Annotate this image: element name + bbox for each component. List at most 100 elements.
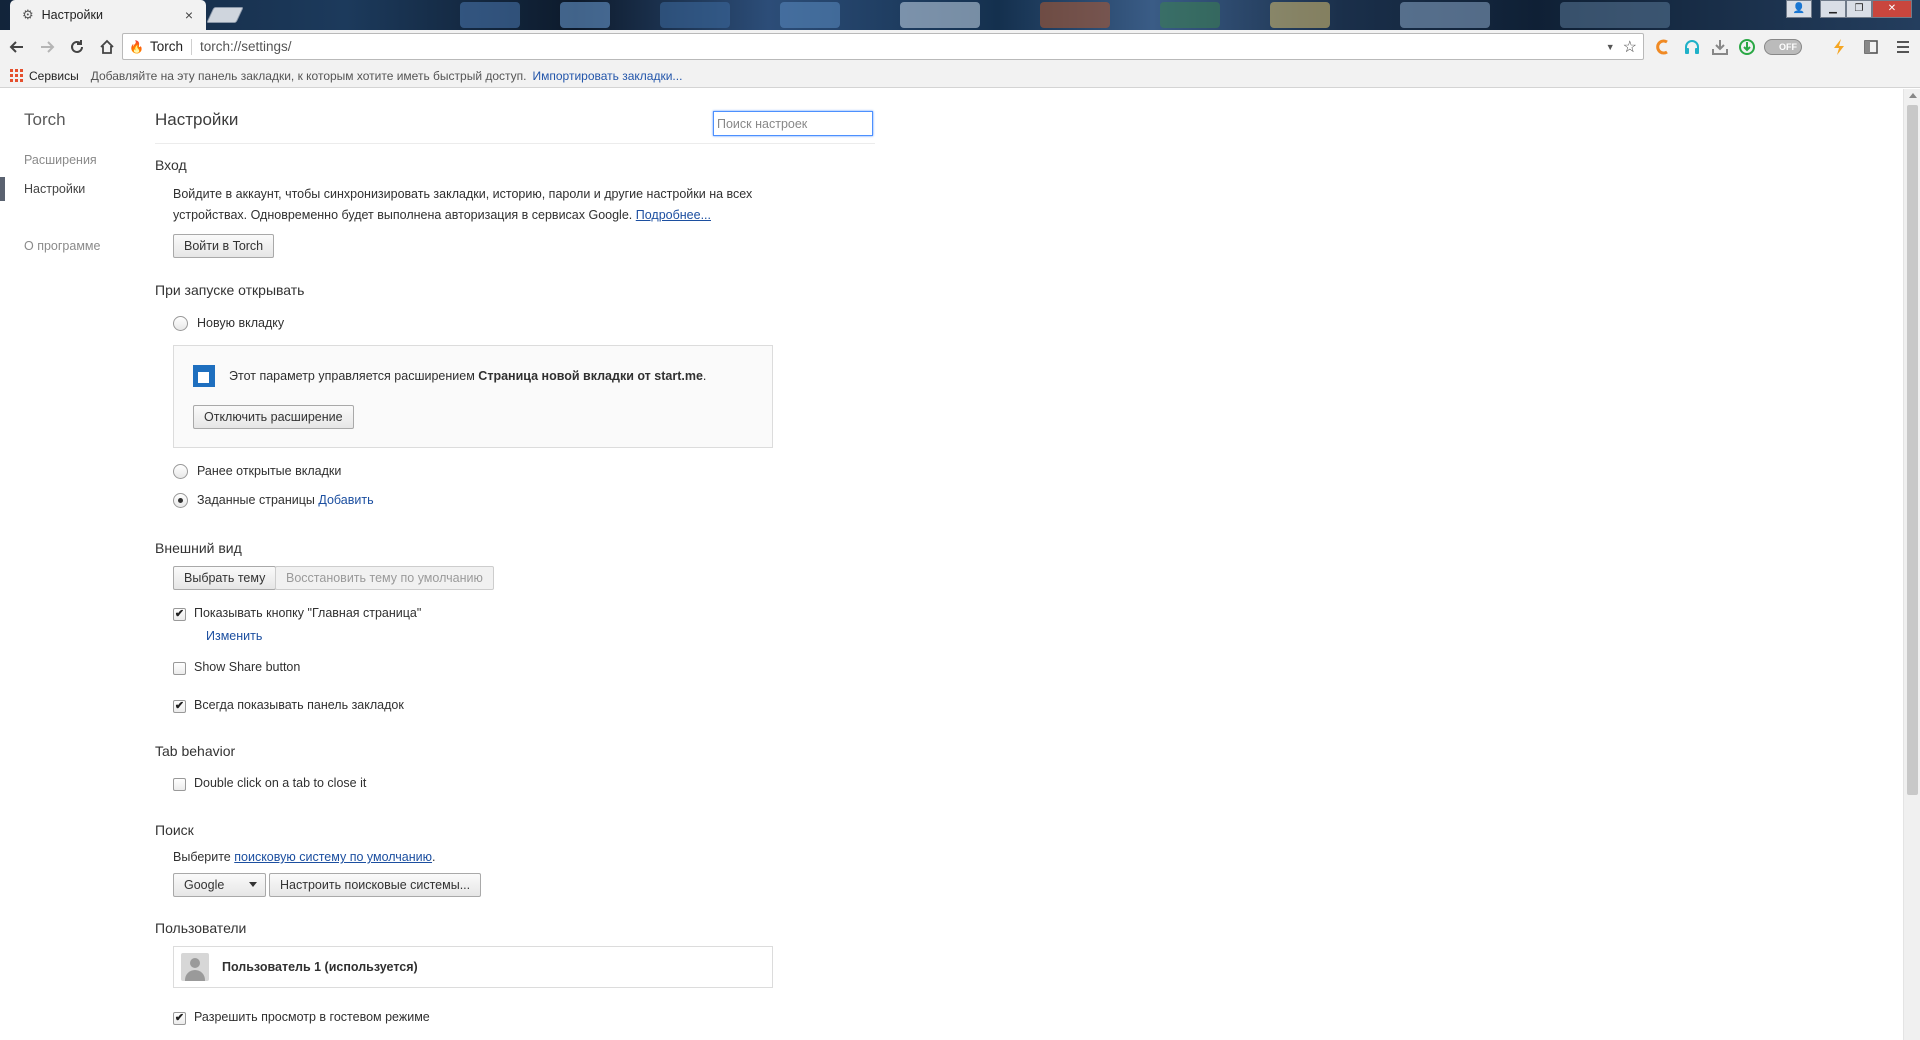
managed-extension-box: Этот параметр управляется расширением Ст… <box>173 345 773 448</box>
sidebar-item-settings[interactable]: Настройки <box>24 182 85 196</box>
users-list: Пользователь 1 (используется) <box>173 946 773 988</box>
radio-previous-tabs[interactable] <box>173 464 188 479</box>
tab-close-icon[interactable]: × <box>178 7 200 23</box>
bookmark-star-icon[interactable]: ☆ <box>1623 37 1637 57</box>
label-guest-mode: Разрешить просмотр в гостевом режиме <box>194 1010 430 1024</box>
checkbox-show-home[interactable]: ✔ <box>173 608 186 621</box>
choose-theme-button[interactable]: Выбрать тему <box>173 566 277 590</box>
sidebar-item-extensions[interactable]: Расширения <box>24 153 97 167</box>
radio-specific-pages[interactable] <box>173 493 188 508</box>
reload-icon <box>71 40 83 53</box>
page-title: Настройки <box>155 110 239 129</box>
search-suffix: . <box>432 850 436 864</box>
page-scrollbar[interactable] <box>1903 89 1920 1040</box>
managed-extension-text: Этот параметр управляется расширением Ст… <box>229 366 706 386</box>
forward-button[interactable] <box>34 34 60 60</box>
bookmarks-hint: Добавляйте на эту панель закладки, к кот… <box>90 68 527 83</box>
section-title-search: Поиск <box>155 822 194 838</box>
settings-main: Настройки Вход Войдите в аккаунт, чтобы … <box>155 89 1900 1040</box>
back-button[interactable] <box>4 34 30 60</box>
site-name: Torch <box>149 39 183 54</box>
header-divider <box>155 143 875 144</box>
tab-settings[interactable]: ⚙ Настройки × <box>10 0 206 30</box>
home-button[interactable] <box>94 34 120 60</box>
section-title-tab-behavior: Tab behavior <box>155 743 236 759</box>
section-title-appearance: Внешний вид <box>155 540 242 556</box>
sidebar-active-indicator <box>0 177 5 201</box>
extension-torrent[interactable] <box>1738 30 1756 64</box>
radio-label-specific-pages-row: Заданные страницы Добавить <box>197 490 374 510</box>
search-engine-value: Google <box>184 878 225 892</box>
checkbox-guest-mode[interactable]: ✔ <box>173 1012 186 1025</box>
tab-title: Настройки <box>41 8 103 22</box>
section-title-users: Пользователи <box>155 920 247 936</box>
learn-more-link[interactable]: Подробнее... <box>636 208 711 222</box>
omnibox-separator <box>190 38 192 55</box>
maximize-button[interactable]: ❐ <box>1846 0 1872 18</box>
url-text[interactable]: torch://settings/ <box>200 39 1606 54</box>
back-arrow-icon <box>9 41 23 53</box>
extension-toggle[interactable]: OFF <box>1764 30 1802 64</box>
settings-sidebar: Torch Расширения Настройки О программе <box>0 89 140 1040</box>
signin-description-text: устройствах. Одновременно будет выполнен… <box>173 208 633 222</box>
reset-theme-button[interactable]: Восстановить тему по умолчанию <box>275 566 494 590</box>
user-avatar-icon <box>181 953 209 981</box>
change-home-link[interactable]: Изменить <box>206 626 262 646</box>
sidebar-title: Torch <box>24 110 66 129</box>
forward-arrow-icon <box>41 41 55 53</box>
radio-label-new-tab: Новую вкладку <box>197 316 285 330</box>
radio-label-specific-pages: Заданные страницы <box>197 493 315 507</box>
manage-search-engines-button[interactable]: Настроить поисковые системы... <box>269 873 482 897</box>
checkbox-show-share[interactable] <box>173 662 186 675</box>
close-window-button[interactable]: ✕ <box>1872 0 1912 18</box>
import-bookmarks-link[interactable]: Импортировать закладки... <box>533 69 683 83</box>
torch-c-icon <box>1656 39 1668 55</box>
current-user-name[interactable]: Пользователь 1 (используется) <box>222 957 418 977</box>
start-me-logo-icon <box>193 365 215 387</box>
headphones-icon <box>1685 40 1699 54</box>
label-show-bookmarks: Всегда показывать панель закладок <box>194 698 404 712</box>
default-search-link[interactable]: поисковую систему по умолчанию <box>234 850 432 864</box>
sidebar-item-about[interactable]: О программе <box>24 239 100 253</box>
extension-torch-c[interactable] <box>1654 30 1672 64</box>
gear-icon: ⚙ <box>22 7 34 22</box>
user-icon[interactable]: 👤 <box>1786 0 1812 18</box>
label-show-home: Показывать кнопку "Главная страница" <box>194 606 422 620</box>
managed-text: Этот параметр управляется расширением <box>229 369 475 383</box>
off-toggle[interactable]: OFF <box>1764 39 1802 55</box>
managed-period: . <box>702 369 707 383</box>
section-title-startup: При запуске открывать <box>155 282 305 298</box>
reload-button[interactable] <box>64 34 90 60</box>
scroll-up-arrow-icon[interactable] <box>1909 93 1917 98</box>
chevron-down-icon[interactable]: ▼ <box>1606 42 1615 52</box>
address-bar[interactable]: 🔥 Torch torch://settings/ ▼ ☆ <box>122 33 1644 60</box>
extension-torch-lightning[interactable] <box>1830 30 1848 64</box>
apps-shortcut[interactable]: Сервисы <box>29 69 79 83</box>
signin-button[interactable]: Войти в Torch <box>173 234 275 258</box>
search-engine-select[interactable]: Google <box>173 873 266 897</box>
new-tab-button[interactable] <box>206 7 244 23</box>
green-download-icon <box>1739 39 1755 55</box>
hamburger-menu-icon <box>1897 41 1909 53</box>
section-title-signin: Вход <box>155 157 187 173</box>
download-tray-icon <box>1712 40 1728 55</box>
radio-label-previous-tabs: Ранее открытые вкладки <box>197 464 342 478</box>
search-settings-input[interactable] <box>713 111 873 136</box>
disable-extension-button[interactable]: Отключить расширение <box>193 405 354 429</box>
minimize-button[interactable]: ▁ <box>1820 0 1846 18</box>
search-engine-description: Выберите поисковую систему по умолчанию. <box>173 847 436 867</box>
scrollbar-thumb[interactable] <box>1907 105 1918 795</box>
search-prefix: Выберите <box>173 850 231 864</box>
torch-flame-icon: 🔥 <box>129 39 144 54</box>
extension-music[interactable] <box>1683 30 1701 64</box>
checkbox-show-bookmarks[interactable]: ✔ <box>173 700 186 713</box>
checkbox-double-click-close[interactable] <box>173 778 186 791</box>
radio-new-tab[interactable] <box>173 316 188 331</box>
change-home-link-text[interactable]: Изменить <box>206 629 262 643</box>
apps-grid-icon[interactable] <box>10 69 23 82</box>
add-pages-link[interactable]: Добавить <box>318 493 373 507</box>
menu-button[interactable] <box>1896 30 1910 64</box>
managed-extension-name: Страница новой вкладки от start.me <box>478 369 703 383</box>
extension-downloads[interactable] <box>1711 30 1729 64</box>
extension-window[interactable] <box>1863 30 1879 64</box>
